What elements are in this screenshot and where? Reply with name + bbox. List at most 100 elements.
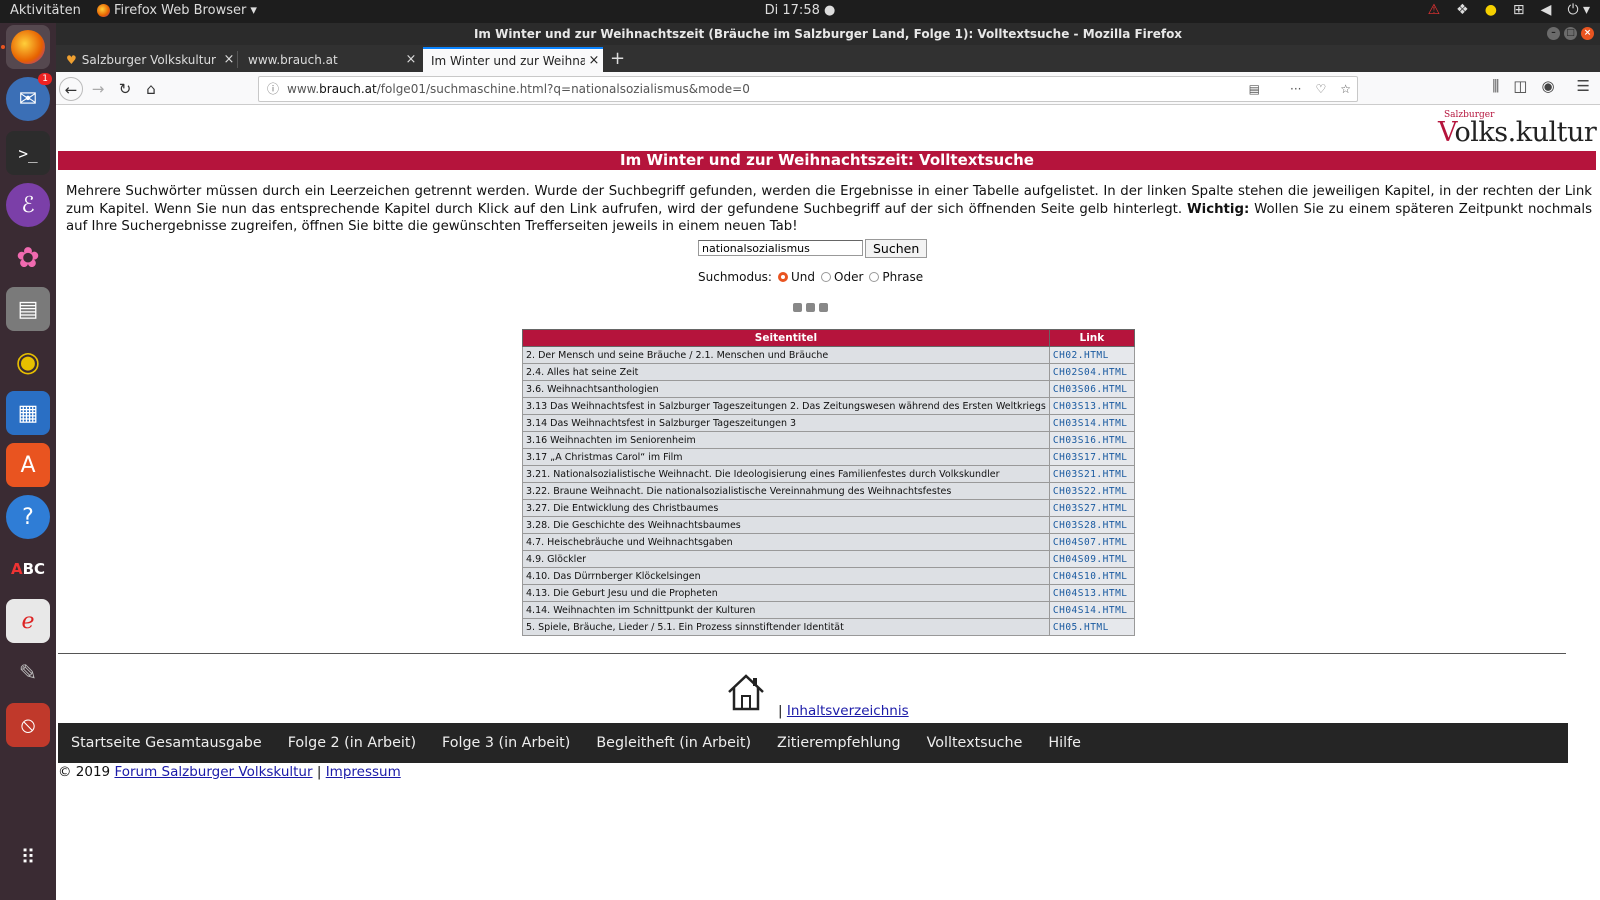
mode-oder-radio[interactable]: Oder (821, 270, 863, 284)
result-link[interactable]: CH03S22.HTML (1048, 482, 1135, 500)
mode-und-radio[interactable]: Und (777, 270, 815, 284)
radio-unchecked-icon (821, 272, 831, 282)
warning-icon[interactable]: ⚠ (1428, 2, 1441, 18)
volume-icon[interactable]: ◀ (1541, 2, 1552, 18)
result-link[interactable]: CH03S16.HTML (1048, 431, 1135, 449)
result-link[interactable]: CH04S10.HTML (1048, 567, 1135, 585)
back-arrow-icon[interactable]: ← (59, 77, 83, 101)
nav-startseite[interactable]: Startseite Gesamtausgabe (71, 735, 262, 751)
rhythmbox-launcher[interactable]: ◉ (6, 339, 50, 383)
close-icon[interactable]: × (1581, 27, 1594, 40)
tab-volltextsuche[interactable]: Im Winter und zur Weihnach × (423, 47, 603, 72)
hamburger-menu-icon[interactable]: ☰ (1577, 77, 1590, 95)
tab-label: Salzburger Volkskultur | (81, 52, 220, 67)
update-icon[interactable]: ● (1485, 2, 1497, 18)
close-tab-icon[interactable]: × (402, 52, 420, 67)
result-link[interactable]: CH04S09.HTML (1048, 550, 1135, 568)
home-icon[interactable] (726, 672, 766, 712)
spellcheck-launcher[interactable]: A BC (6, 547, 50, 591)
close-tab-icon[interactable]: × (220, 52, 238, 67)
result-link[interactable]: CH04S07.HTML (1048, 533, 1135, 551)
maximize-icon[interactable]: □ (1564, 27, 1577, 40)
toc-line: | Inhaltsverzeichnis (778, 703, 909, 719)
home-icon[interactable]: ⌂ (139, 77, 163, 101)
result-title: 3.28. Die Geschichte des Weihnachtsbaume… (522, 516, 1050, 534)
nav-hilfe[interactable]: Hilfe (1048, 735, 1081, 751)
info-icon[interactable]: ⓘ (267, 77, 279, 101)
nav-begleitheft[interactable]: Begleitheft (in Arbeit) (596, 735, 751, 751)
forward-arrow-icon[interactable]: → (86, 77, 110, 101)
reload-icon[interactable]: ↻ (113, 77, 137, 101)
logo-rest: olks.kultur (1454, 117, 1597, 148)
files-launcher[interactable]: ▤ (6, 287, 50, 331)
software-center-launcher[interactable]: A (6, 443, 50, 487)
show-apps-button[interactable]: ⠿ (6, 835, 50, 879)
account-icon[interactable]: ◉ (1541, 77, 1554, 95)
url-bar[interactable]: ⓘ www.brauch.at/folge01/suchmaschine.htm… (258, 76, 1358, 102)
emacs-launcher[interactable]: ℰ (6, 183, 50, 227)
window-title: Im Winter und zur Weihnachtszeit (Bräuch… (473, 27, 1183, 41)
system-tray[interactable]: ⚠ ❖ ● ⊞ ◀ ⏻ ▾ (1428, 2, 1590, 18)
table-row: 4.14. Weihnachten im Schnittpunkt der Ku… (522, 601, 1135, 619)
result-link[interactable]: CH03S14.HTML (1048, 414, 1135, 432)
search-button[interactable]: Suchen (865, 239, 928, 258)
volkskultur-logo[interactable]: Salzburger Volks.kultur (1432, 110, 1597, 152)
result-link[interactable]: CH02.HTML (1048, 346, 1135, 364)
result-link[interactable]: CH03S21.HTML (1048, 465, 1135, 483)
writer-launcher[interactable]: ▦ (6, 391, 50, 435)
column-header-link: Link (1048, 329, 1135, 347)
forum-link[interactable]: Forum Salzburger Volkskultur (114, 764, 312, 780)
impressum-link[interactable]: Impressum (326, 764, 401, 780)
pdf-viewer-launcher[interactable]: ℯ (6, 599, 50, 643)
reader-view-icon[interactable]: ▤ (1249, 77, 1260, 101)
search-input[interactable] (698, 240, 863, 256)
lotus-app-launcher[interactable]: ✿ (6, 235, 50, 279)
close-tab-icon[interactable]: × (585, 53, 603, 68)
pocket-icon[interactable]: ♡ (1315, 77, 1326, 101)
activities-button[interactable]: Aktivitäten (10, 3, 81, 18)
window-controls: – □ × (1547, 27, 1594, 40)
mode-phrase-radio[interactable]: Phrase (869, 270, 923, 284)
power-icon[interactable]: ⏻ ▾ (1567, 2, 1590, 18)
result-link[interactable]: CH03S13.HTML (1048, 397, 1135, 415)
library-icon[interactable]: ⫼ (1492, 77, 1499, 95)
firefox-launcher[interactable] (1, 25, 50, 69)
page-actions-icon[interactable]: ··· (1290, 77, 1301, 101)
new-tab-icon[interactable]: + (610, 48, 625, 69)
result-link[interactable]: CH02S04.HTML (1048, 363, 1135, 381)
app-menu[interactable]: Firefox Web Browser ▾ (97, 3, 257, 18)
intro-text: Mehrere Suchwörter müssen durch ein Leer… (66, 183, 1592, 236)
result-link[interactable]: CH04S14.HTML (1048, 601, 1135, 619)
thunderbird-launcher[interactable]: ✉ 1 (6, 73, 52, 121)
blocker-launcher[interactable]: ⦸ (6, 703, 50, 747)
result-link[interactable]: CH05.HTML (1048, 618, 1135, 636)
tab-brauch-at[interactable]: www.brauch.at × (240, 47, 420, 72)
gimp-launcher[interactable]: ✎ (6, 651, 50, 695)
result-title: 4.14. Weihnachten im Schnittpunkt der Ku… (522, 601, 1050, 619)
nav-folge-2[interactable]: Folge 2 (in Arbeit) (288, 735, 416, 751)
result-link[interactable]: CH03S27.HTML (1048, 499, 1135, 517)
tab-salzburger-volkskultur[interactable]: ♥ Salzburger Volkskultur | × (58, 47, 238, 72)
url-domain: brauch.at (319, 82, 377, 96)
network-icon[interactable]: ⊞ (1513, 2, 1525, 18)
dropbox-icon[interactable]: ❖ (1456, 2, 1469, 18)
progress-dot (819, 303, 828, 312)
sidebar-icon[interactable]: ◫ (1513, 77, 1527, 95)
result-title: 4.13. Die Geburt Jesu und die Propheten (522, 584, 1050, 602)
result-link[interactable]: CH03S17.HTML (1048, 448, 1135, 466)
toc-link[interactable]: Inhaltsverzeichnis (787, 703, 909, 719)
result-link[interactable]: CH04S13.HTML (1048, 584, 1135, 602)
result-link[interactable]: CH03S28.HTML (1048, 516, 1135, 534)
table-row: 3.13 Das Weihnachtsfest in Salzburger Ta… (522, 397, 1135, 415)
minimize-icon[interactable]: – (1547, 27, 1560, 40)
nav-zitierempfehlung[interactable]: Zitierempfehlung (777, 735, 901, 751)
window-titlebar[interactable]: Im Winter und zur Weihnachtszeit (Bräuch… (56, 23, 1600, 45)
help-launcher[interactable]: ? (6, 495, 50, 539)
nav-folge-3[interactable]: Folge 3 (in Arbeit) (442, 735, 570, 751)
nav-volltextsuche[interactable]: Volltextsuche (927, 735, 1023, 751)
terminal-launcher[interactable]: >_ (6, 131, 50, 175)
table-row: 4.7. Heischebräuche und Weihnachtsgaben C… (522, 533, 1135, 551)
grid-icon: ⠿ (20, 845, 36, 869)
result-link[interactable]: CH03S06.HTML (1048, 380, 1135, 398)
bookmark-star-icon[interactable]: ☆ (1340, 77, 1351, 101)
